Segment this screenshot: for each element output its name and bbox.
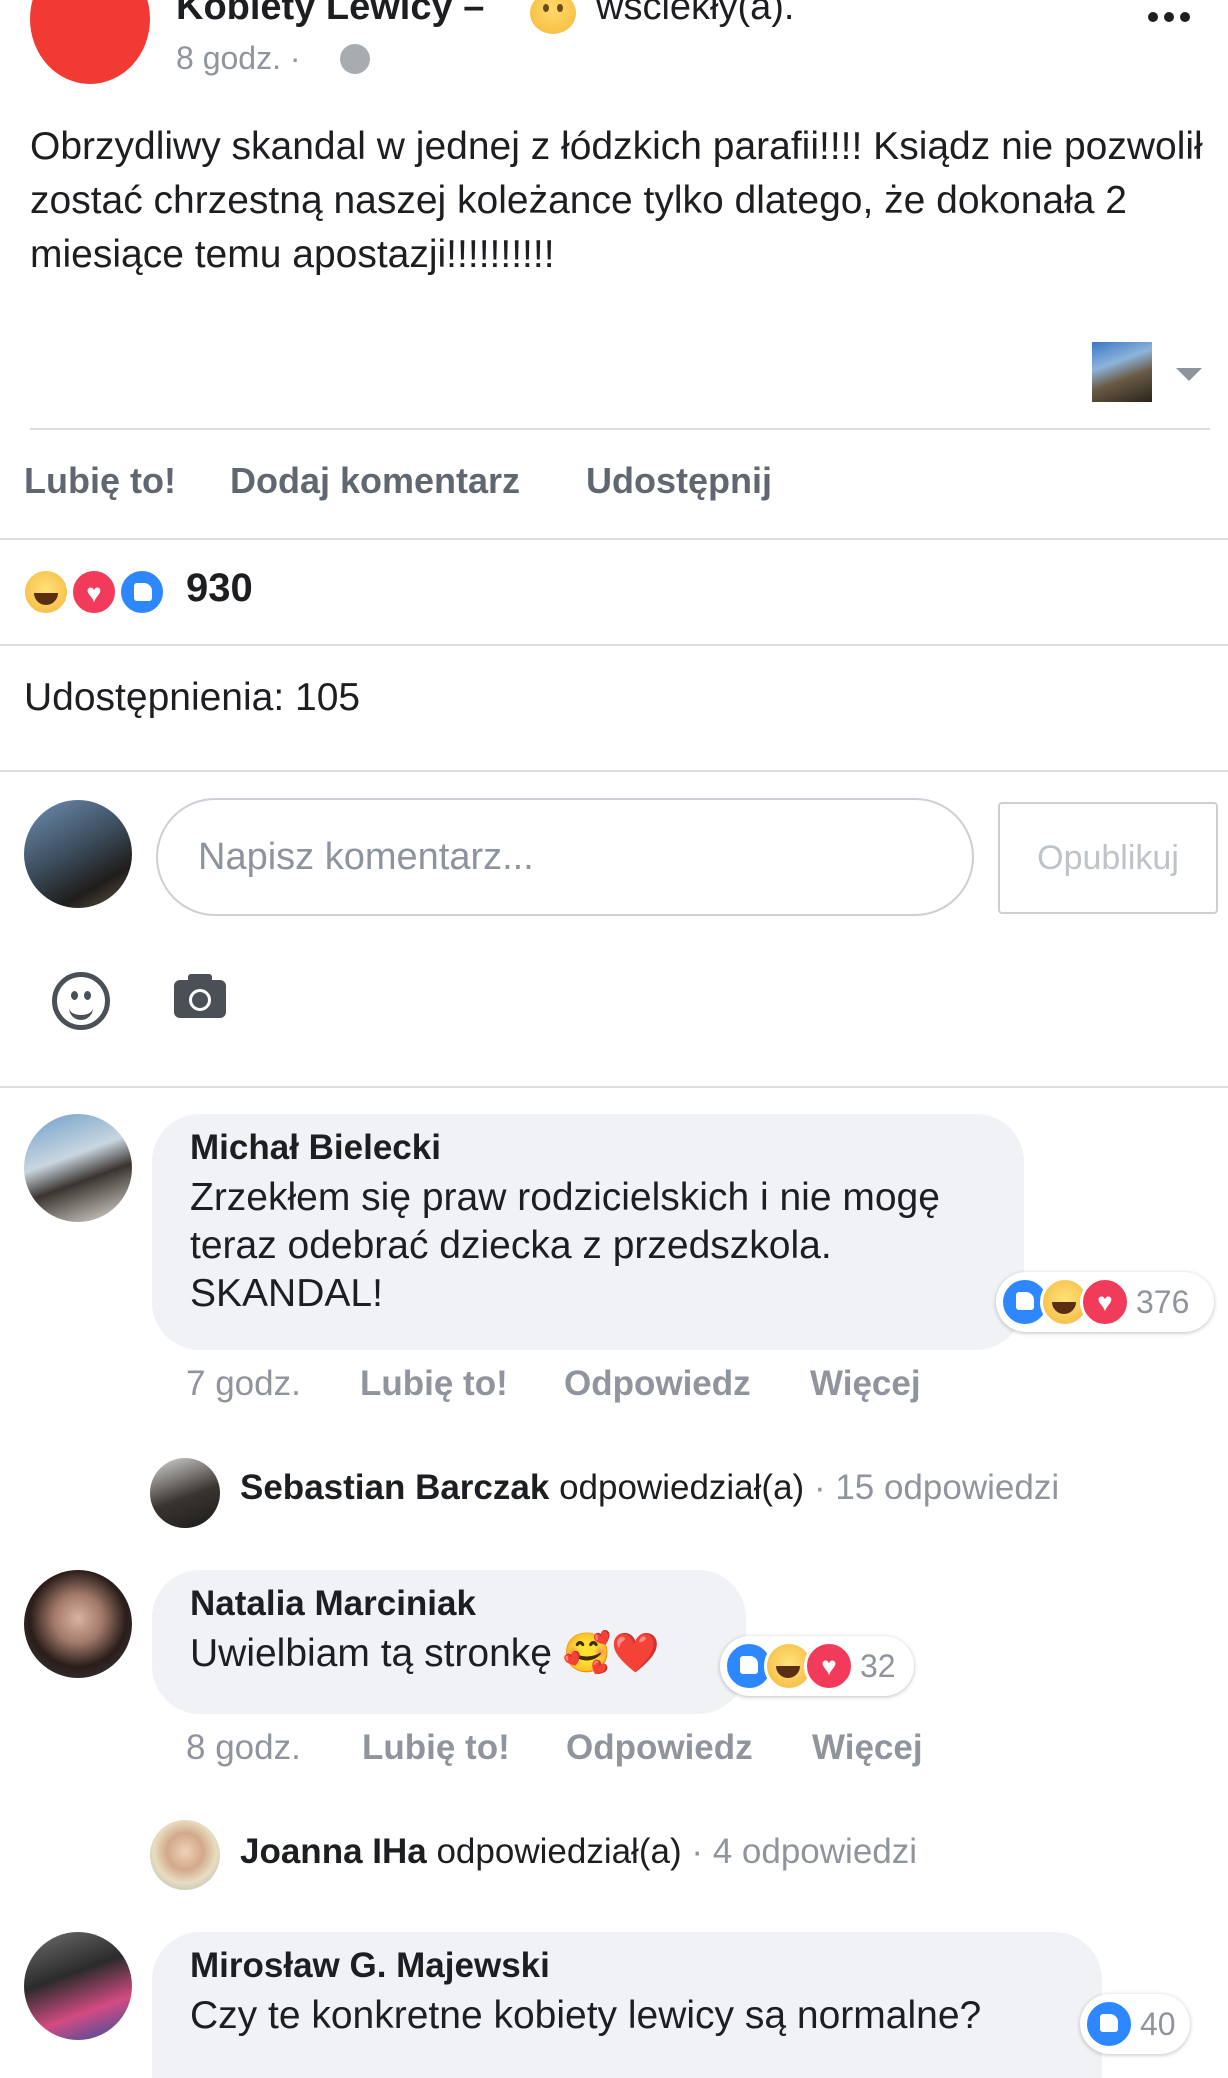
comment-timestamp: 7 godz. bbox=[186, 1364, 301, 1403]
add-comment-button[interactable]: Dodaj komentarz bbox=[230, 460, 520, 502]
publish-button[interactable]: Opublikuj bbox=[998, 802, 1218, 914]
love-reaction-icon bbox=[804, 1641, 854, 1691]
comment-author-avatar[interactable] bbox=[24, 1932, 132, 2040]
divider bbox=[0, 644, 1228, 646]
comment-more-button[interactable]: Więcej bbox=[812, 1728, 923, 1768]
share-button[interactable]: Udostępnij bbox=[586, 460, 772, 502]
emoji-icon[interactable] bbox=[52, 972, 110, 1030]
post-text: Obrzydliwy skandal w jednej z łódzkich p… bbox=[30, 125, 1203, 276]
comment-like-button[interactable]: Lubię to! bbox=[360, 1364, 508, 1404]
reply-author-avatar bbox=[150, 1458, 220, 1528]
reaction-count[interactable]: 930 bbox=[186, 566, 253, 611]
comment-reply-button[interactable]: Odpowiedz bbox=[566, 1728, 753, 1768]
comment-bubble: Mirosław G. Majewski Czy te konkretne ko… bbox=[152, 1932, 1102, 2078]
viewer-avatar[interactable] bbox=[1092, 342, 1152, 402]
comment-bubble: Michał Bielecki Zrzekłem się praw rodzic… bbox=[152, 1114, 1024, 1350]
like-reaction-icon bbox=[118, 568, 166, 616]
comment-author-avatar[interactable] bbox=[24, 1570, 132, 1678]
shares-count[interactable]: Udostępnienia: 105 bbox=[24, 676, 360, 720]
current-user-avatar bbox=[24, 800, 132, 908]
comment-text: Czy te konkretne kobiety lewicy są norma… bbox=[190, 1994, 982, 2037]
love-reaction-icon bbox=[70, 568, 118, 616]
comment-more-button[interactable]: Więcej bbox=[810, 1364, 921, 1404]
comment-author[interactable]: Mirosław G. Majewski bbox=[190, 1946, 1064, 1986]
reply-author-avatar bbox=[150, 1820, 220, 1890]
comment-timestamp: 8 godz. bbox=[186, 1728, 301, 1767]
comment-reactions[interactable]: 40 bbox=[1080, 1994, 1190, 2054]
comment-reactions[interactable]: 376 bbox=[996, 1272, 1214, 1332]
divider bbox=[0, 538, 1228, 540]
caret-down-icon[interactable] bbox=[1176, 368, 1202, 381]
comment-bubble: Natalia Marciniak Uwielbiam tą stronkę 🥰… bbox=[152, 1570, 746, 1714]
reaction-count: 376 bbox=[1136, 1283, 1190, 1320]
camera-icon[interactable] bbox=[174, 974, 226, 1018]
globe-icon bbox=[340, 44, 370, 74]
comment-reactions[interactable]: 32 bbox=[720, 1636, 914, 1696]
view-replies-link[interactable]: Joanna IHa odpowiedział(a) · 4 odpowiedz… bbox=[240, 1832, 917, 1872]
haha-reaction-icon bbox=[22, 568, 70, 616]
page-name[interactable]: Kobiety Lewicy – bbox=[176, 0, 484, 29]
like-reaction-icon bbox=[1084, 1999, 1134, 2049]
angry-emoji-icon bbox=[530, 0, 576, 34]
comment-author[interactable]: Michał Bielecki bbox=[190, 1128, 986, 1168]
comment-reply-button[interactable]: Odpowiedz bbox=[564, 1364, 751, 1404]
reaction-count: 32 bbox=[860, 1647, 896, 1684]
comment-author-avatar[interactable] bbox=[24, 1114, 132, 1222]
comment-author[interactable]: Natalia Marciniak bbox=[190, 1584, 708, 1624]
page-avatar[interactable] bbox=[30, 0, 150, 84]
view-replies-link[interactable]: Sebastian Barczak odpowiedział(a) · 15 o… bbox=[240, 1468, 1059, 1508]
divider bbox=[0, 770, 1228, 772]
comment-text: Zrzekłem się praw rodzicielskich i nie m… bbox=[190, 1176, 940, 1315]
reaction-count: 40 bbox=[1140, 2005, 1176, 2042]
like-button[interactable]: Lubię to! bbox=[24, 460, 176, 502]
comment-like-button[interactable]: Lubię to! bbox=[362, 1728, 510, 1768]
divider bbox=[0, 1086, 1228, 1088]
feeling-text: wściekły(a). bbox=[596, 0, 795, 28]
post-timestamp[interactable]: 8 godz. · bbox=[176, 40, 301, 77]
divider bbox=[30, 428, 1210, 430]
comment-text: Uwielbiam tą stronkę 🥰❤️ bbox=[190, 1632, 660, 1675]
comment-input[interactable]: Napisz komentarz... bbox=[156, 798, 974, 916]
more-options-icon[interactable] bbox=[1148, 2, 1204, 32]
love-reaction-icon bbox=[1080, 1277, 1130, 1327]
